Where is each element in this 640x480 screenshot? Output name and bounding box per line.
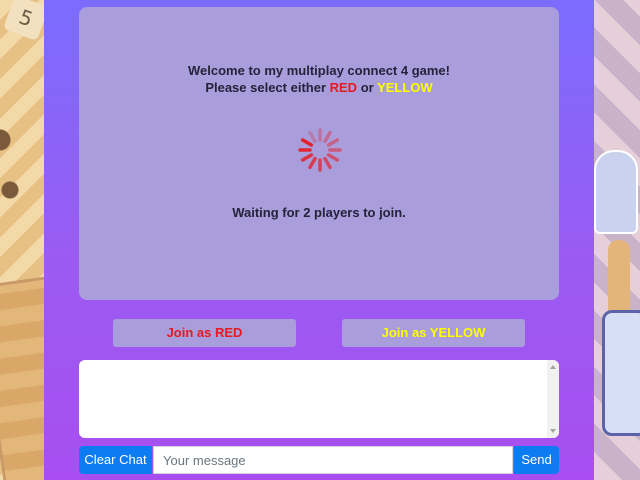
spinner-segment	[323, 130, 332, 144]
spinner-segment	[308, 130, 317, 144]
chat-log[interactable]	[79, 360, 559, 438]
red-word: RED	[329, 80, 358, 95]
spinner-segment	[326, 153, 340, 162]
send-button[interactable]: Send	[514, 446, 559, 474]
spinner-segment	[323, 156, 332, 170]
dice-decoration: 5	[2, 0, 44, 42]
message-input[interactable]	[153, 446, 513, 474]
chat-scrollbar[interactable]	[547, 360, 559, 438]
welcome-message: Welcome to my multiplay connect 4 game! …	[79, 62, 559, 96]
board-decoration	[0, 275, 44, 480]
clear-chat-button[interactable]: Clear Chat	[79, 446, 152, 474]
loading-spinner-icon	[298, 128, 342, 172]
spinner-segment	[300, 153, 314, 162]
spinner-segment	[300, 138, 314, 147]
welcome-line: Welcome to my multiplay connect 4 game!	[188, 63, 450, 78]
game-piece-decoration	[594, 150, 638, 234]
game-panel: Welcome to my multiplay connect 4 game! …	[44, 0, 594, 480]
select-prefix: Please select either	[205, 80, 330, 95]
join-yellow-button[interactable]: Join as YELLOW	[342, 319, 525, 347]
status-card: Welcome to my multiplay connect 4 game! …	[79, 7, 559, 300]
scroll-down-arrow-icon[interactable]	[550, 429, 556, 433]
or-word: or	[357, 80, 378, 95]
scroll-up-arrow-icon[interactable]	[550, 365, 556, 369]
select-line: Please select either RED or YELLOW	[79, 79, 559, 96]
background-left: 5	[0, 0, 44, 480]
yellow-word: YELLOW	[377, 80, 433, 95]
spinner-segment	[308, 156, 317, 170]
waiting-message: Waiting for 2 players to join.	[232, 205, 406, 220]
background-right	[594, 0, 640, 480]
spinner-segment	[326, 138, 340, 147]
card-decoration	[602, 310, 640, 436]
join-red-button[interactable]: Join as RED	[113, 319, 296, 347]
